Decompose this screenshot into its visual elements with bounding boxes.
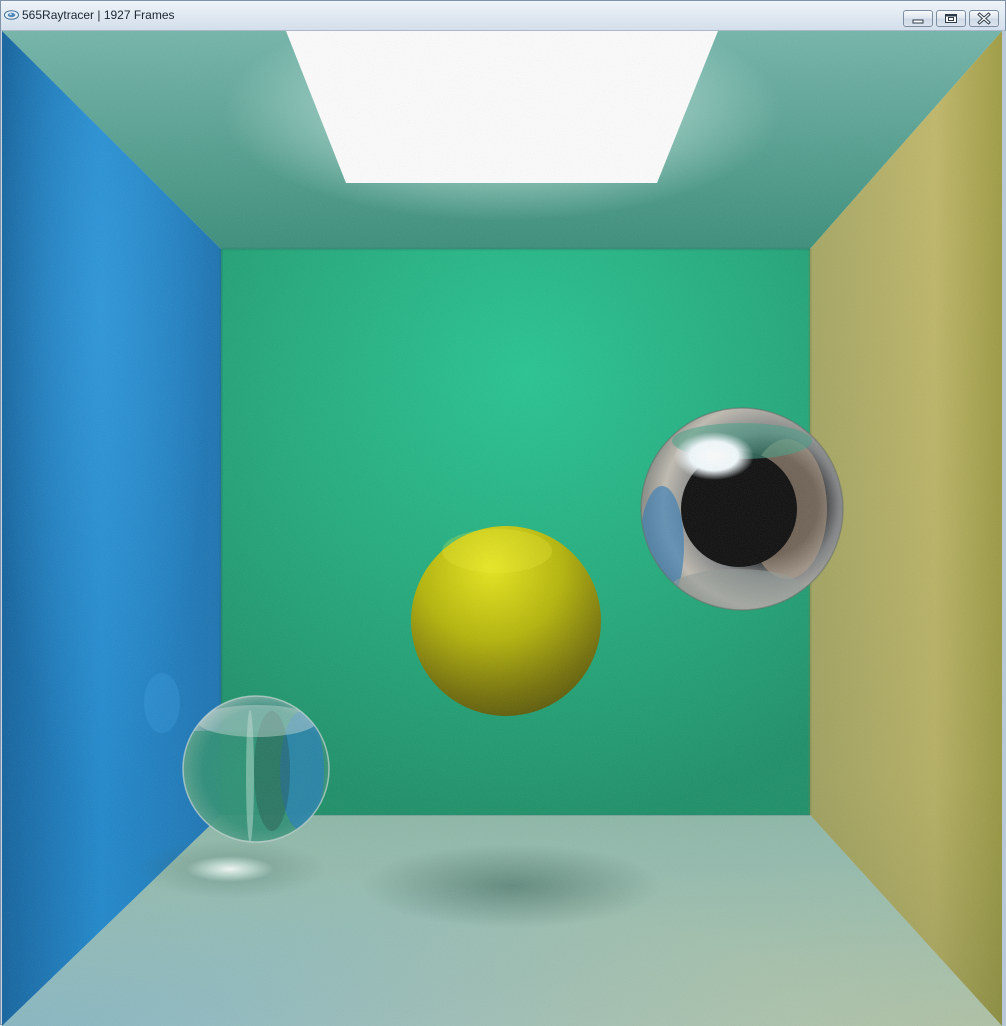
app-icon [4, 10, 19, 20]
window-frame-right [1002, 31, 1006, 1026]
app-window: 565Raytracer | 1927 Frames [0, 0, 1006, 1026]
close-button[interactable] [969, 10, 999, 27]
maximize-icon [945, 14, 957, 23]
maximize-button[interactable] [936, 10, 966, 27]
minimize-button[interactable] [903, 10, 933, 27]
window-title: 565Raytracer | 1927 Frames [22, 8, 175, 22]
close-icon [977, 12, 991, 25]
render-canvas [2, 31, 1002, 1026]
render-noise [2, 31, 1002, 1026]
render-viewport[interactable] [2, 31, 1002, 1026]
minimize-icon [912, 19, 924, 24]
title-bar[interactable]: 565Raytracer | 1927 Frames [1, 1, 1005, 31]
